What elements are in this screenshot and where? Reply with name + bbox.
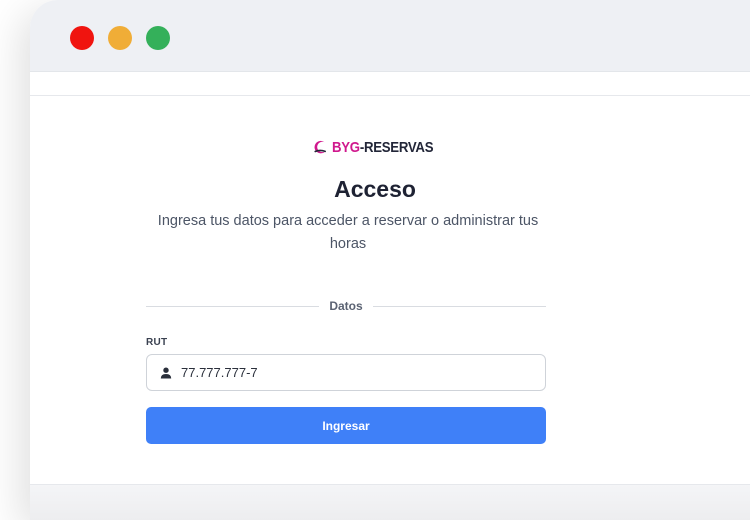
rut-label: RUT	[146, 337, 168, 348]
close-window-button[interactable]	[70, 26, 94, 50]
minimize-window-button[interactable]	[108, 26, 132, 50]
brand-name: BYG-RESERVAS	[332, 138, 434, 156]
section-label: Datos	[329, 299, 363, 313]
section-divider: Datos	[146, 296, 546, 316]
moon-logo-icon	[314, 140, 326, 154]
maximize-window-button[interactable]	[146, 26, 170, 50]
user-icon	[151, 367, 181, 379]
window-titlebar	[30, 0, 750, 72]
login-submit-button[interactable]: Ingresar	[146, 407, 546, 444]
rut-input[interactable]: 77.777.777-7	[146, 354, 546, 391]
brand-logo: BYG-RESERVAS	[312, 136, 447, 158]
header-divider	[30, 95, 750, 96]
page-subtitle: Ingresa tus datos para acceder a reserva…	[157, 213, 539, 252]
footer-area	[30, 485, 750, 520]
page-title: Acceso	[334, 176, 416, 202]
rut-value: 77.777.777-7	[181, 365, 258, 380]
